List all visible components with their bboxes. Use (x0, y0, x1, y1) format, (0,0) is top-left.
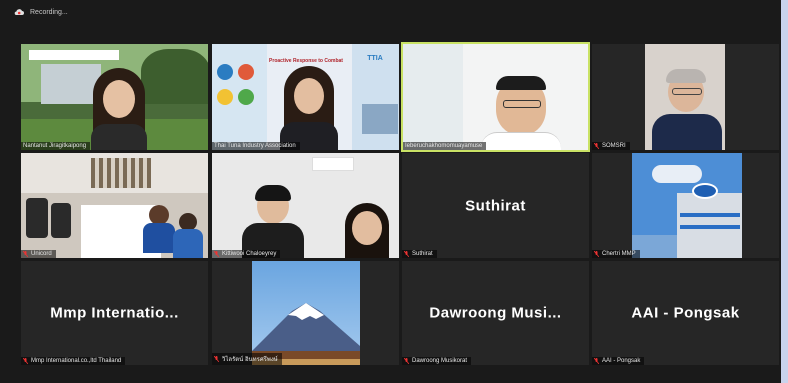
video-feed (592, 44, 779, 150)
participant-display-name: AAI - Pongsak (631, 304, 740, 322)
video-feed (21, 44, 208, 150)
mic-muted-icon (214, 356, 219, 362)
participant-label: Nantanut Jiragitkaipong (21, 142, 91, 150)
mic-muted-icon (23, 358, 28, 364)
video-feed: Proactive Response to Combat TTIA (212, 44, 399, 150)
video-tile-1[interactable]: Nantanut Jiragitkaipong (20, 43, 209, 151)
participant-label: Unicord (21, 250, 56, 258)
mic-muted-icon (23, 251, 28, 257)
video-tile-3-active-speaker[interactable]: Ieberuchakhomomuayamuse (401, 42, 590, 152)
video-tile-2[interactable]: Proactive Response to Combat TTIA Thai T… (211, 43, 400, 151)
participant-name: SOMSRI (602, 143, 626, 149)
participant-label: Chertri MMP (592, 250, 640, 258)
participant-label: SOMSRI (592, 142, 630, 150)
mic-muted-icon (594, 251, 599, 257)
video-tile-5[interactable]: Unicord (20, 152, 209, 259)
poster-logo: TTIA (367, 55, 383, 62)
video-feed (592, 153, 779, 258)
top-bar: Recording... (0, 0, 781, 24)
meeting-window: Recording... Nantanut Jiragitkaipong Pro… (0, 0, 781, 383)
participant-label: วิไลรัตน์ อินทรศรีพงษ์ (212, 353, 282, 365)
participant-display-name: Mmp Internatio... (50, 304, 179, 322)
mic-muted-icon (214, 251, 219, 257)
name-tile-11[interactable]: Dawroong Musi... Dawroong Musikorat (401, 260, 590, 366)
name-tile-12[interactable]: AAI - Pongsak AAI - Pongsak (591, 260, 780, 366)
participant-name: Suthirat (412, 251, 433, 257)
participant-label: Thai Tuna Industry Association (212, 142, 300, 150)
video-feed (212, 153, 399, 258)
participant-label: Ieberuchakhomomuayamuse (403, 142, 487, 150)
recording-indicator[interactable]: Recording... (14, 8, 68, 16)
participant-name: Ieberuchakhomomuayamuse (405, 143, 483, 149)
name-tile-9[interactable]: Mmp Internatio... Mmp International.co.,… (20, 260, 209, 366)
video-feed (403, 44, 588, 150)
participant-name: Chertri MMP (602, 251, 636, 257)
mic-muted-icon (404, 358, 409, 364)
mic-muted-icon (594, 143, 599, 149)
participant-display-name: Dawroong Musi... (429, 304, 562, 322)
mic-muted-icon (404, 251, 409, 257)
cloud-recording-icon (14, 9, 24, 16)
participant-name: Unicord (31, 251, 52, 257)
participant-label: Kittiwooi Chaloeyrey (212, 250, 281, 258)
participant-label: AAI - Pongsak (592, 357, 645, 365)
video-tile-8[interactable]: Chertri MMP (591, 152, 780, 259)
participant-label: Suthirat (402, 250, 437, 258)
poster-title: Proactive Response to Combat (269, 58, 343, 64)
participant-name: วิไลรัตน์ อินทรศรีพงษ์ (222, 357, 278, 363)
participant-label: Mmp International.co.,ltd Thailand (21, 357, 126, 365)
video-tile-4[interactable]: SOMSRI (591, 43, 780, 151)
participant-display-name: Suthirat (465, 197, 526, 214)
video-feed (21, 153, 208, 258)
mic-muted-icon (594, 358, 599, 364)
participant-name: Mmp International.co.,ltd Thailand (31, 358, 122, 364)
recording-label: Recording... (30, 8, 68, 16)
profile-picture (212, 261, 399, 365)
name-tile-7[interactable]: Suthirat Suthirat (401, 152, 590, 259)
participant-name: Nantanut Jiragitkaipong (23, 143, 87, 149)
window-edge (781, 0, 788, 383)
participant-label: Dawroong Musikorat (402, 357, 472, 365)
participant-name: AAI - Pongsak (602, 358, 641, 364)
participant-name: Kittiwooi Chaloeyrey (222, 251, 277, 257)
video-tile-10[interactable]: วิไลรัตน์ อินทรศรีพงษ์ (211, 260, 400, 366)
video-tile-6[interactable]: Kittiwooi Chaloeyrey (211, 152, 400, 259)
participant-name: Thai Tuna Industry Association (214, 143, 296, 149)
participant-name: Dawroong Musikorat (412, 358, 468, 364)
